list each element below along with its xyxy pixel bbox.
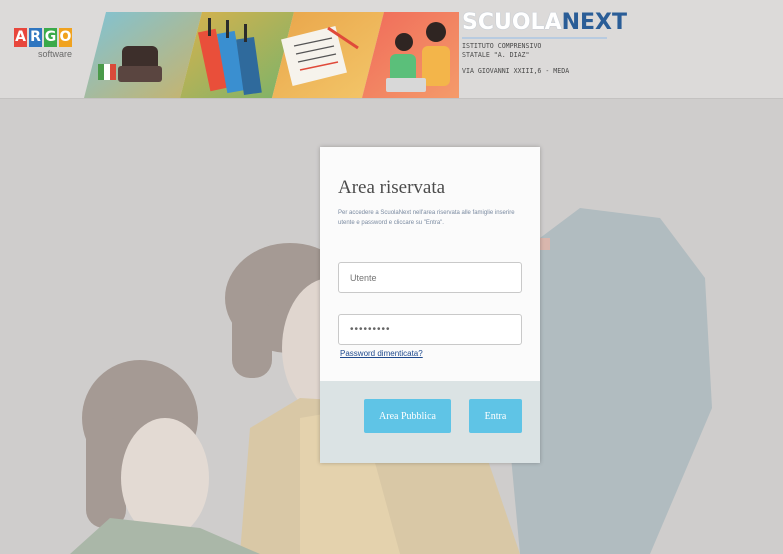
brand-part1: SCUOLA bbox=[462, 10, 562, 35]
argo-logo[interactable]: A R G O software bbox=[14, 28, 78, 72]
scuolanext-brand[interactable]: SCUOLANEXT bbox=[462, 10, 642, 36]
forgot-password-link[interactable]: Password dimenticata? bbox=[340, 349, 423, 358]
banner-illustration bbox=[84, 12, 459, 98]
enter-button[interactable]: Entra bbox=[469, 399, 522, 433]
login-title: Area riservata bbox=[338, 177, 446, 198]
password-input[interactable] bbox=[338, 314, 522, 345]
school-info: SCUOLANEXT ISTITUTO COMPRENSIVO STATALE … bbox=[462, 10, 642, 90]
username-input[interactable] bbox=[338, 262, 522, 293]
logo-letter: O bbox=[59, 28, 72, 47]
logo-letter: G bbox=[44, 28, 57, 47]
login-description: Per accedere a ScuolaNext nell'area rise… bbox=[338, 210, 515, 226]
school-address: VIA GIOVANNI XXIII,6 - MEDA bbox=[462, 67, 570, 75]
argo-logo-letters: A R G O bbox=[14, 28, 78, 47]
header-bar: A R G O software SCUOLANEXT ISTITUTO COM… bbox=[0, 0, 783, 99]
login-card: Area riservata Per accedere a ScuolaNext… bbox=[320, 147, 540, 463]
brand-divider bbox=[462, 37, 607, 39]
login-actions: Area Pubblica Entra bbox=[320, 381, 540, 463]
school-name: ISTITUTO COMPRENSIVO STATALE "A. DIAZ" bbox=[462, 42, 542, 59]
logo-letter: R bbox=[29, 28, 42, 47]
logo-subtitle: software bbox=[37, 49, 72, 59]
public-area-button[interactable]: Area Pubblica bbox=[364, 399, 451, 433]
brand-part2: NEXT bbox=[561, 10, 628, 35]
logo-letter: A bbox=[14, 28, 27, 47]
